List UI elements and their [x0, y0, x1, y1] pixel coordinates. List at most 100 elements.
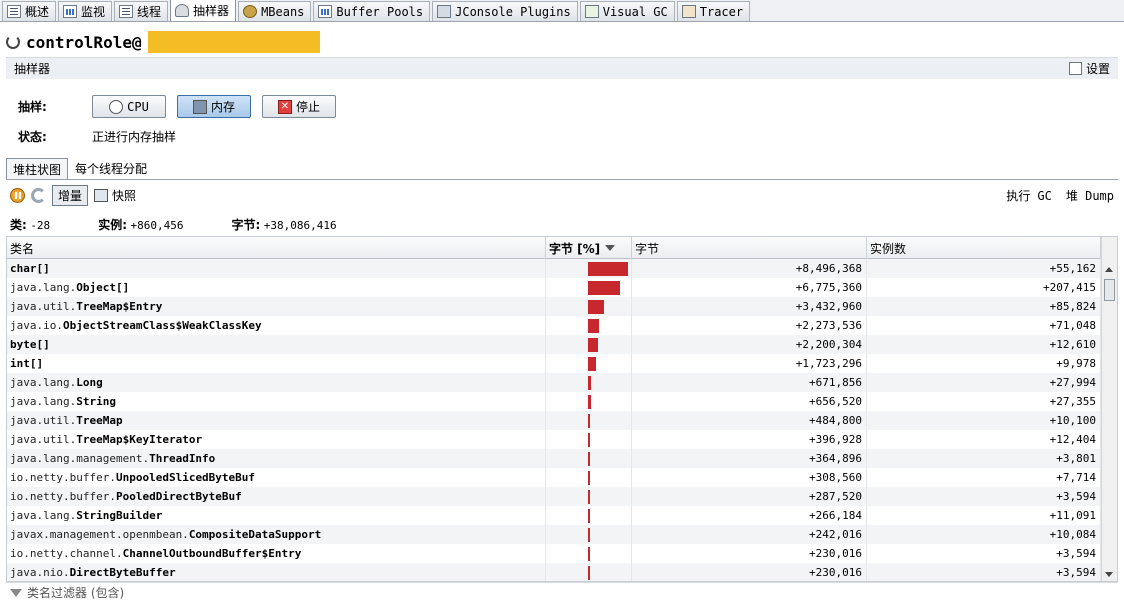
- class-simple-name: CompositeDataSupport: [188, 528, 322, 541]
- buffer-pools-icon: [318, 5, 333, 18]
- sort-descending-icon: [605, 245, 616, 251]
- bytes-percent-cell: [546, 297, 632, 316]
- scroll-down-icon[interactable]: [1105, 572, 1113, 577]
- package-name: java.lang.management.: [10, 452, 150, 465]
- bytes-percent-cell: [546, 563, 632, 581]
- class-simple-name: PooledDirectByteBuf: [115, 490, 242, 503]
- settings-toggle[interactable]: 设置: [1068, 60, 1110, 77]
- bytes-cell: +2,273,536: [632, 316, 867, 335]
- settings-label: 设置: [1085, 62, 1110, 76]
- tab-jconsole-plugins[interactable]: JConsole Plugins: [432, 1, 578, 21]
- class-name-cell: java.util. TreeMap$Entry: [7, 297, 546, 316]
- plugin-icon: [437, 5, 452, 18]
- clock-icon: [109, 99, 124, 114]
- scroll-up-icon[interactable]: [1105, 267, 1113, 272]
- tab-monitor[interactable]: 监视: [58, 1, 113, 21]
- bytes-percent-cell: [546, 335, 632, 354]
- refresh-icon[interactable]: [31, 187, 46, 203]
- tab-buffer-pools[interactable]: Buffer Pools: [313, 1, 431, 21]
- table-row[interactable]: io.netty.channel. ChannelOutboundBuffer$E…: [7, 544, 1101, 563]
- package-name: java.lang.: [10, 376, 77, 389]
- instances-cell: +27,994: [867, 373, 1101, 392]
- vertical-scrollbar[interactable]: [1101, 237, 1117, 581]
- tab-sampler[interactable]: 抽样器: [170, 0, 237, 21]
- bytes-percent-bar: [588, 356, 596, 371]
- table-row[interactable]: java.io. ObjectStreamClass$WeakClassKey +2…: [7, 316, 1101, 335]
- table-body: char[] +8,496,368 +55,162 java.lang. Object[…: [7, 259, 1101, 581]
- class-simple-name: TreeMap: [76, 414, 123, 427]
- bytes-cell: +230,016: [632, 563, 867, 581]
- bytes-percent-bar: [588, 318, 599, 333]
- package-name: io.netty.buffer.: [10, 490, 116, 503]
- scrollbar-thumb[interactable]: [1104, 279, 1115, 301]
- tab-per-thread-allocation[interactable]: 每个线程分配: [68, 158, 154, 179]
- class-name-cell: java.io. ObjectStreamClass$WeakClassKey: [7, 316, 546, 335]
- table-row[interactable]: java.util. TreeMap +484,800 +10,100: [7, 411, 1101, 430]
- tab-label: 监视: [81, 5, 106, 19]
- table-row[interactable]: java.nio. DirectByteBuffer +230,016 +3,594: [7, 563, 1101, 581]
- table-row[interactable]: java.util. TreeMap$Entry +3,432,960 +85,824: [7, 297, 1101, 316]
- delta-toggle[interactable]: 增量: [52, 184, 89, 206]
- table-row[interactable]: int[] +1,723,296 +9,978: [7, 354, 1101, 373]
- instances-cell: +55,162: [867, 259, 1101, 278]
- tab-label: Visual GC: [602, 4, 668, 19]
- table-row[interactable]: java.lang.management. ThreadInfo +364,896 +…: [7, 449, 1101, 468]
- class-simple-name: char[]: [10, 262, 50, 275]
- package-name: io.netty.buffer.: [10, 471, 116, 484]
- bytes-percent-bar: [588, 489, 590, 504]
- tab-label: Buffer Pools: [336, 4, 424, 19]
- instances-cell: +10,100: [867, 411, 1101, 430]
- tab-label: MBeans: [261, 4, 305, 19]
- memory-button[interactable]: 内存: [177, 95, 251, 118]
- package-name: java.nio.: [10, 566, 70, 579]
- pause-icon[interactable]: [10, 187, 25, 203]
- stop-button[interactable]: ✕ 停止: [262, 95, 336, 118]
- tab-visual-gc[interactable]: Visual GC: [579, 1, 675, 21]
- column-header-bytes-pct[interactable]: 字节 [%]: [546, 237, 632, 259]
- tab-bar: 概述 监视 线程 抽样器 MBeans Buffer Pools JConsol…: [0, 0, 1124, 22]
- table-row[interactable]: javax.management.openmbean. CompositeData…: [7, 525, 1101, 544]
- table-row[interactable]: java.lang. String +656,520 +27,355: [7, 392, 1101, 411]
- table-row[interactable]: java.util. TreeMap$KeyIterator +396,928 +12…: [7, 430, 1101, 449]
- instances-cell: +3,801: [867, 449, 1101, 468]
- class-simple-name: String: [76, 395, 116, 408]
- classes-label: 类:: [10, 218, 27, 232]
- class-simple-name: DirectByteBuffer: [69, 566, 176, 579]
- perform-gc-button[interactable]: 执行 GC: [1006, 187, 1052, 204]
- tab-label: 抽样器: [193, 4, 230, 18]
- page-title: controlRole@: [26, 32, 142, 52]
- table-row[interactable]: io.netty.buffer. UnpooledSlicedByteBuf +30…: [7, 468, 1101, 487]
- column-header-class-name[interactable]: 类名: [7, 237, 546, 259]
- heap-histogram-table: 类名 字节 [%] 字节 实例数 char[] +8,496,368 +55,162…: [6, 236, 1118, 582]
- bytes-percent-bar: [588, 413, 590, 428]
- column-header-instances[interactable]: 实例数: [867, 237, 1101, 259]
- bytes-cell: +308,560: [632, 468, 867, 487]
- tab-threads[interactable]: 线程: [114, 1, 169, 21]
- table-row[interactable]: java.lang. Object[] +6,775,360 +207,415: [7, 278, 1101, 297]
- tab-overview[interactable]: 概述: [2, 1, 57, 21]
- stop-icon: ✕: [277, 99, 292, 114]
- tab-mbeans[interactable]: MBeans: [238, 1, 312, 21]
- tab-heap-histogram[interactable]: 堆柱状图: [6, 158, 69, 179]
- table-row[interactable]: java.lang. Long +671,856 +27,994: [7, 373, 1101, 392]
- filter-icon: [10, 588, 22, 597]
- filter-placeholder[interactable]: 类名过滤器 (包含): [27, 584, 124, 601]
- bytes-value: +38,086,416: [263, 219, 337, 232]
- tab-tracer[interactable]: Tracer: [676, 1, 751, 21]
- bytes-percent-cell: [546, 487, 632, 506]
- package-name: javax.management.openmbean.: [10, 528, 189, 541]
- column-header-bytes[interactable]: 字节: [632, 237, 867, 259]
- snapshot-button[interactable]: 快照: [94, 187, 136, 204]
- bytes-percent-bar: [588, 280, 620, 295]
- mbeans-icon: [243, 5, 258, 18]
- bytes-percent-bar: [588, 508, 590, 523]
- table-row[interactable]: java.lang. StringBuilder +266,184 +11,091: [7, 506, 1101, 525]
- package-name: java.lang.: [10, 509, 77, 522]
- table-row[interactable]: byte[] +2,200,304 +12,610: [7, 335, 1101, 354]
- table-row[interactable]: io.netty.buffer. PooledDirectByteBuf +287,…: [7, 487, 1101, 506]
- cpu-button[interactable]: CPU: [92, 95, 166, 118]
- settings-checkbox[interactable]: [1068, 62, 1082, 75]
- heap-dump-button[interactable]: 堆 Dump: [1066, 187, 1114, 204]
- table-row[interactable]: char[] +8,496,368 +55,162: [7, 259, 1101, 278]
- class-name-filter[interactable]: 类名过滤器 (包含): [6, 582, 1118, 602]
